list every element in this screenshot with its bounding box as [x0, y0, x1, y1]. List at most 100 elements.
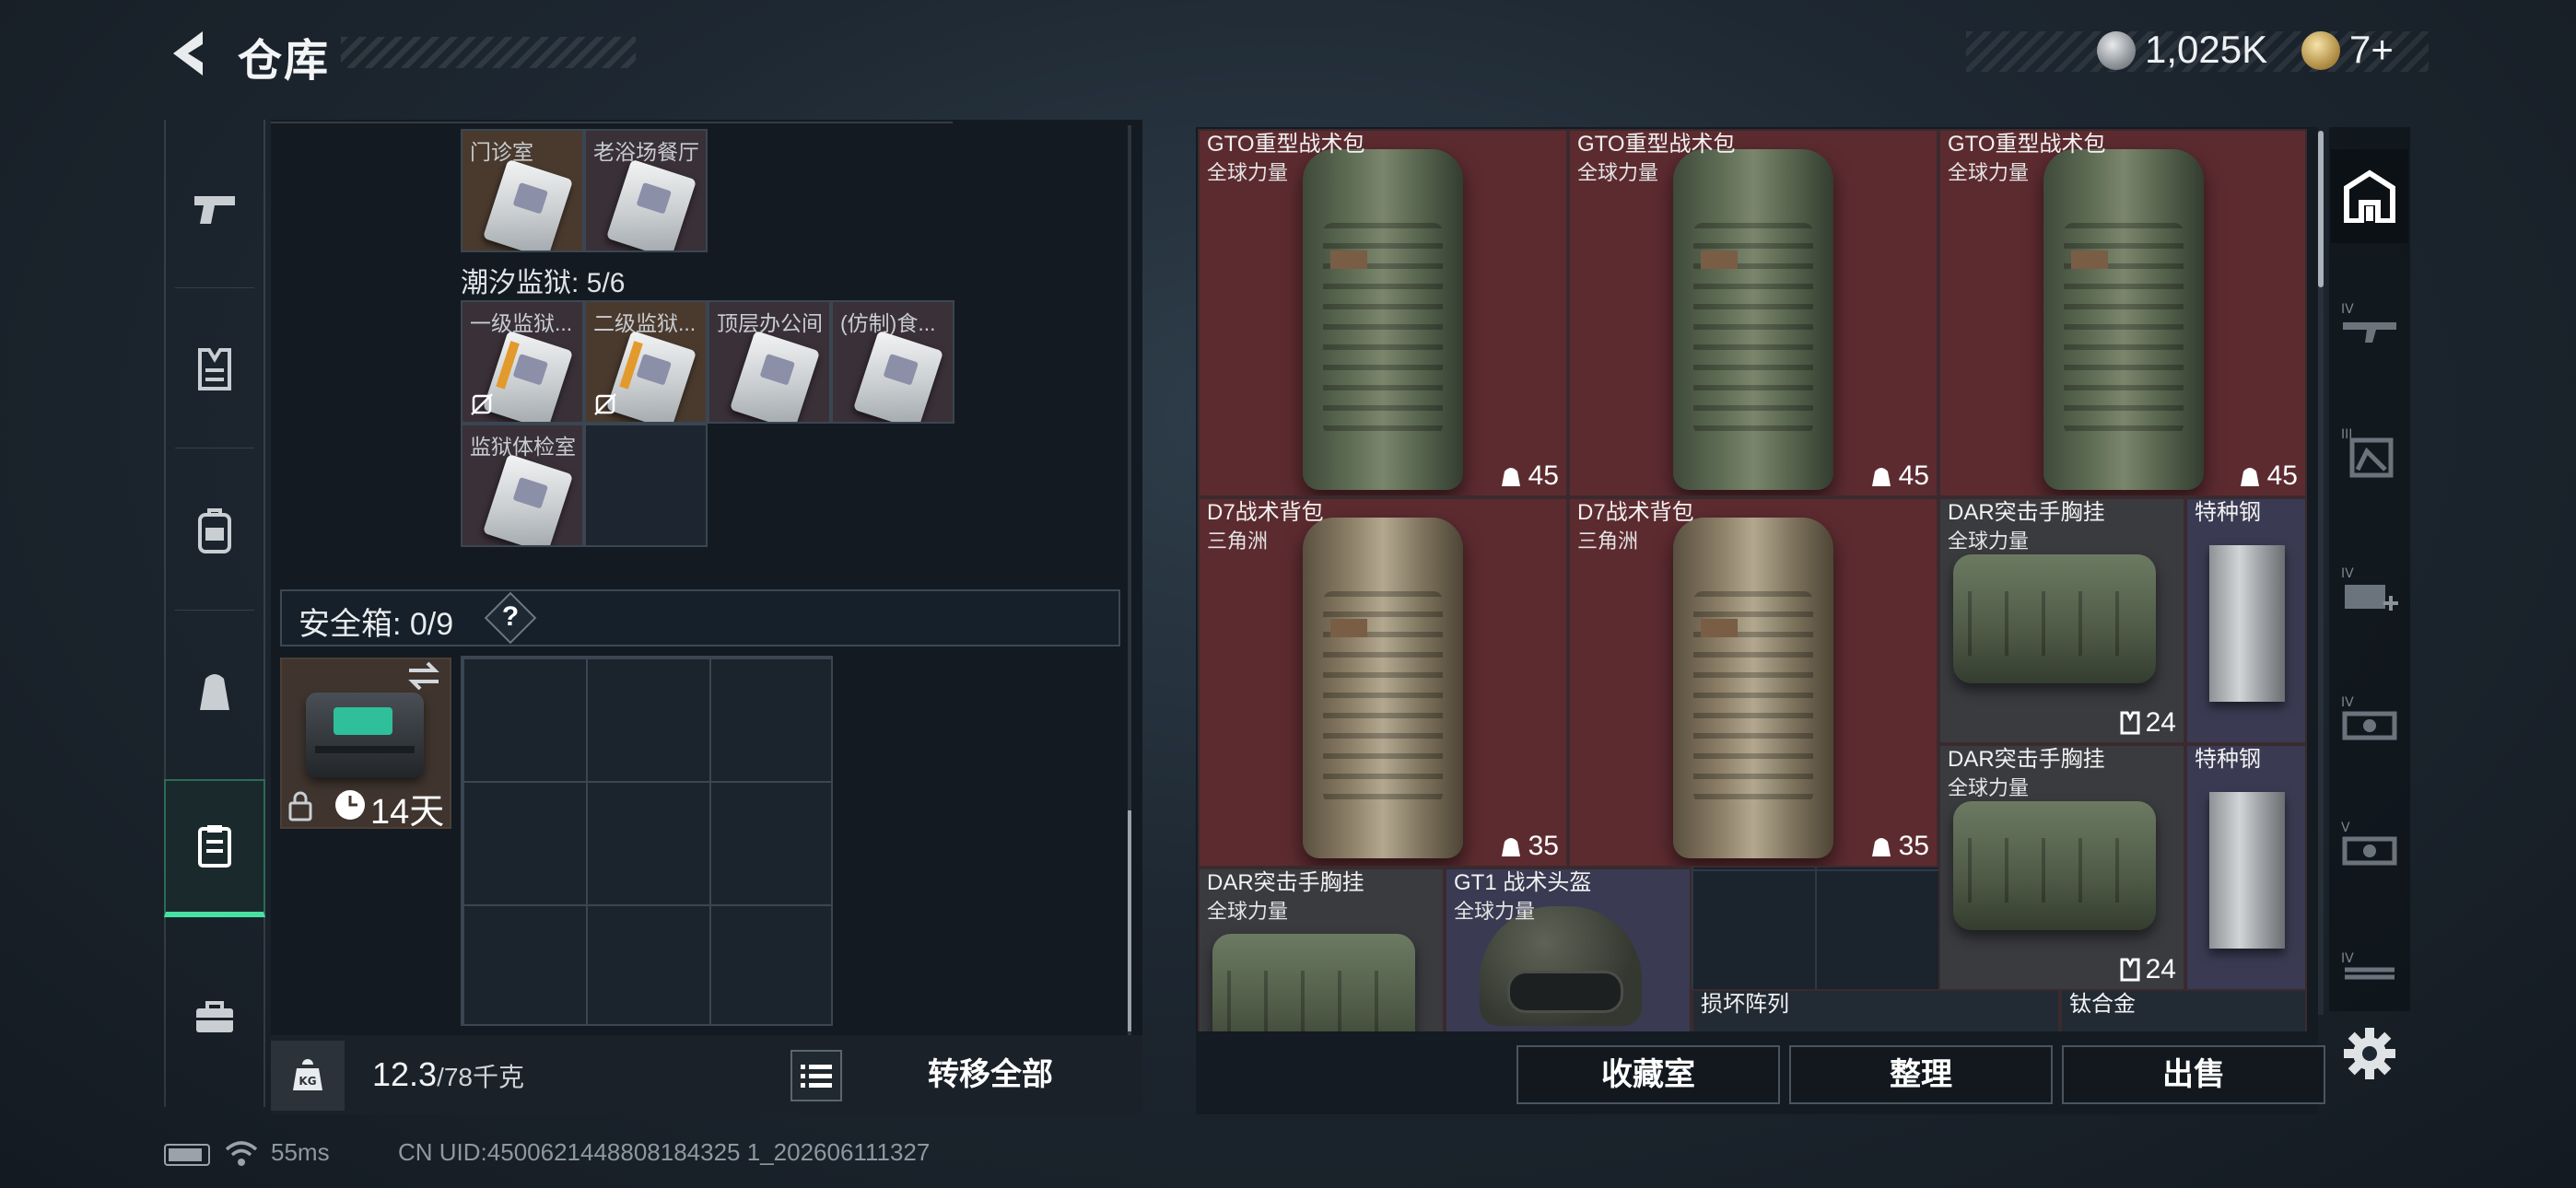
settings-button[interactable]: [2340, 1024, 2399, 1083]
rail-item-weapons[interactable]: [164, 140, 265, 278]
carry-weight-max: /78千克: [437, 1063, 525, 1091]
stash-item-material[interactable]: 特种钢: [2185, 497, 2307, 744]
stash-item-backpack[interactable]: GTO重型战术包 全球力量 45: [1198, 129, 1568, 497]
rail-item-tools[interactable]: [164, 949, 265, 1087]
sell-button[interactable]: 出售: [2062, 1045, 2325, 1104]
item-name: DAR突击手胸挂: [1948, 500, 2105, 525]
key-card-slot[interactable]: 一级监狱...: [461, 300, 584, 424]
key-card-slot[interactable]: 门诊室: [461, 129, 584, 252]
stash-item-helmet[interactable]: GT1 战术头盔 全球力量: [1445, 868, 1692, 1031]
key-card-slot[interactable]: 二级监狱...: [584, 300, 708, 424]
stash-item-material[interactable]: 钛合金: [2060, 989, 2307, 1031]
item-brand: 全球力量: [1207, 161, 1289, 184]
page-title: 仓库: [238, 37, 331, 86]
tab-filter-optics[interactable]: V: [2331, 798, 2408, 891]
tab-filter-weapons[interactable]: IV: [2331, 276, 2408, 370]
backpack-image: [1673, 149, 1833, 490]
key-card-label: 门诊室: [470, 140, 533, 164]
item-capacity-value: 24: [2145, 954, 2176, 984]
item-name: GTO重型战术包: [1577, 132, 1736, 157]
item-capacity: 45: [1499, 460, 1559, 492]
key-card-icon: [605, 158, 697, 250]
vest-capacity-icon: [2120, 711, 2140, 735]
stash-item-chest-rig[interactable]: DAR突击手胸挂 全球力量 24: [1938, 497, 2185, 744]
swap-icon[interactable]: [405, 659, 442, 693]
medkit-tier-iv-icon: IV: [2341, 566, 2398, 611]
chest-rig-image: [1953, 554, 2156, 683]
inventory-scroll-thumb[interactable]: [1128, 810, 1131, 1031]
silver-coin-icon: [2097, 31, 2136, 70]
carry-weight-current: 12.3: [372, 1055, 438, 1093]
item-name: GTO重型战术包: [1948, 132, 2106, 157]
title-decoration: [341, 37, 636, 68]
item-brand: 三角洲: [1577, 530, 1639, 553]
tab-filter-ammo[interactable]: IV: [2331, 672, 2408, 766]
item-capacity-value: 45: [1898, 460, 1929, 491]
backpack-image: [1303, 149, 1463, 490]
tab-filter-armor[interactable]: III: [2331, 405, 2408, 499]
stash-item-chest-rig[interactable]: DAR突击手胸挂 全球力量 24: [1938, 744, 2185, 991]
rail-divider: [175, 610, 254, 611]
stash-item-material[interactable]: 损坏阵列: [1692, 989, 2060, 1031]
rail-item-backpacks[interactable]: [164, 462, 265, 600]
safebox-case-icon: [306, 693, 424, 777]
stash-item-chest-rig[interactable]: DAR突击手胸挂 全球力量: [1198, 868, 1445, 1031]
lock-icon: [288, 791, 312, 821]
stash-scroll-thumb[interactable]: [2318, 131, 2324, 287]
key-card-slot[interactable]: 监狱体检室: [461, 424, 584, 547]
player-uid: CN UID:4500621448808184325 1_20260611132…: [398, 1138, 931, 1166]
svg-text:V: V: [2341, 821, 2350, 835]
capacity-icon: [2240, 468, 2259, 486]
backpack-image: [1673, 518, 1833, 858]
stash-grid[interactable]: GTO重型战术包 全球力量 45 GTO重型战术包 全球力量 45 GTO重型战…: [1198, 129, 2307, 1031]
capacity-icon: [1871, 838, 1891, 856]
panel-divider: [271, 122, 953, 123]
transfer-all-button[interactable]: 转移全部: [857, 1041, 1124, 1109]
stash-item-backpack[interactable]: D7战术背包 三角洲 35: [1568, 497, 1938, 868]
item-brand: 全球力量: [1454, 900, 1536, 923]
gold-currency-amount[interactable]: 7+: [2349, 28, 2394, 72]
battery-icon: [164, 1144, 210, 1166]
item-capacity: 24: [2120, 954, 2176, 985]
tier-iv-icon: IV: [2341, 951, 2395, 980]
empty-key-slot[interactable]: [584, 424, 708, 547]
rail-divider: [175, 287, 254, 288]
gear-icon: [2344, 1028, 2395, 1079]
silver-currency-amount: 1,025K: [2145, 28, 2268, 71]
rail-item-armor[interactable]: [164, 300, 265, 438]
item-name: 特种钢: [2195, 500, 2261, 525]
key-card-slot[interactable]: 老浴场餐厅: [584, 129, 708, 252]
svg-text:IV: IV: [2341, 566, 2354, 581]
organize-button[interactable]: 整理: [1789, 1045, 2053, 1104]
item-capacity: 45: [2238, 460, 2298, 492]
backpack-image: [1303, 518, 1463, 858]
tab-filter-misc[interactable]: IV: [2331, 921, 2408, 1015]
item-name: D7战术背包: [1577, 500, 1694, 525]
key-card-label: 二级监狱...: [593, 311, 697, 335]
stash-item-backpack[interactable]: GTO重型战术包 全球力量 45: [1568, 129, 1938, 497]
rail-item-safebox[interactable]: [164, 779, 265, 917]
stash-item-backpack[interactable]: D7战术背包 三角洲 35: [1198, 497, 1568, 868]
stash-item-material[interactable]: 特种钢: [2185, 744, 2307, 991]
key-card-icon: [852, 330, 944, 422]
list-view-button[interactable]: [790, 1050, 842, 1101]
rail-item-rigs[interactable]: [164, 623, 265, 761]
chest-rig-image: [1212, 934, 1415, 1031]
safebox-grid[interactable]: [461, 656, 833, 1026]
item-capacity-value: 24: [2145, 707, 2176, 738]
collection-room-button[interactable]: 收藏室: [1516, 1045, 1780, 1104]
item-brand: 全球力量: [1948, 530, 2030, 553]
tab-filter-medical[interactable]: IV: [2331, 543, 2408, 637]
steel-image: [2209, 792, 2285, 949]
help-icon[interactable]: ?: [498, 599, 523, 635]
key-card-slot[interactable]: (仿制)食...: [831, 300, 954, 424]
weight-icon-box: KG: [271, 1041, 345, 1111]
tab-stash-home[interactable]: [2331, 149, 2408, 243]
key-card-slot[interactable]: 顶层办公间: [708, 300, 831, 424]
item-name: 特种钢: [2195, 747, 2261, 772]
stash-item-backpack[interactable]: GTO重型战术包 全球力量 45: [1938, 129, 2307, 497]
item-name: GT1 战术头盔: [1454, 870, 1592, 895]
pistol-icon: [194, 196, 235, 224]
capacity-icon: [1871, 468, 1891, 486]
back-button[interactable]: [162, 26, 214, 81]
